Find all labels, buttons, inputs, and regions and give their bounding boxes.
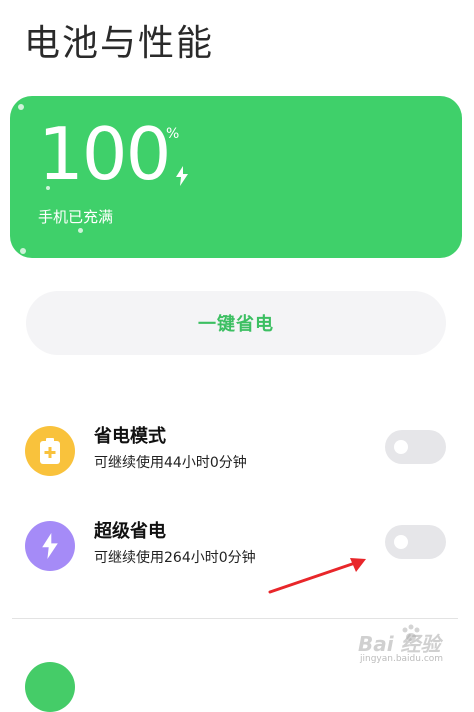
battery-card: 100 % 手机已充满 [10, 96, 462, 258]
setting-subtitle: 可继续使用264小时0分钟 [94, 550, 256, 566]
power-save-mode-toggle[interactable] [385, 430, 446, 464]
setting-row-power-save-mode[interactable]: 省电模式 可继续使用44小时0分钟 [0, 420, 474, 490]
setting-title: 超级省电 [94, 521, 166, 542]
setting-title: 省电模式 [94, 426, 166, 447]
one-key-power-save-button[interactable]: 一键省电 [26, 291, 446, 355]
battery-level: 100 [38, 112, 171, 196]
toggle-knob [394, 535, 408, 549]
percent-sign: % [166, 126, 180, 142]
one-key-power-save-label: 一键省电 [198, 314, 274, 335]
lightning-bolt-icon [25, 521, 75, 571]
battery-plus-icon [25, 426, 75, 476]
watermark-sub: jingyan.baidu.com [360, 654, 444, 664]
lightning-bolt-icon [176, 166, 188, 190]
red-arrow-annotation [262, 552, 372, 602]
watermark-main: Bai 经验 [358, 632, 441, 656]
toggle-knob [394, 440, 408, 454]
battery-status: 手机已充满 [38, 208, 114, 226]
page-title: 电池与性能 [24, 23, 215, 64]
decor-dot [18, 104, 24, 110]
partial-green-icon [25, 662, 75, 712]
decor-dot [20, 248, 26, 254]
watermark: Bai 经验 jingyan.baidu.com [346, 622, 458, 668]
decor-dot [78, 228, 83, 233]
super-power-save-toggle[interactable] [385, 525, 446, 559]
divider [12, 618, 458, 619]
setting-subtitle: 可继续使用44小时0分钟 [94, 455, 247, 471]
setting-row-super-power-save[interactable]: 超级省电 可继续使用264小时0分钟 [0, 515, 474, 585]
